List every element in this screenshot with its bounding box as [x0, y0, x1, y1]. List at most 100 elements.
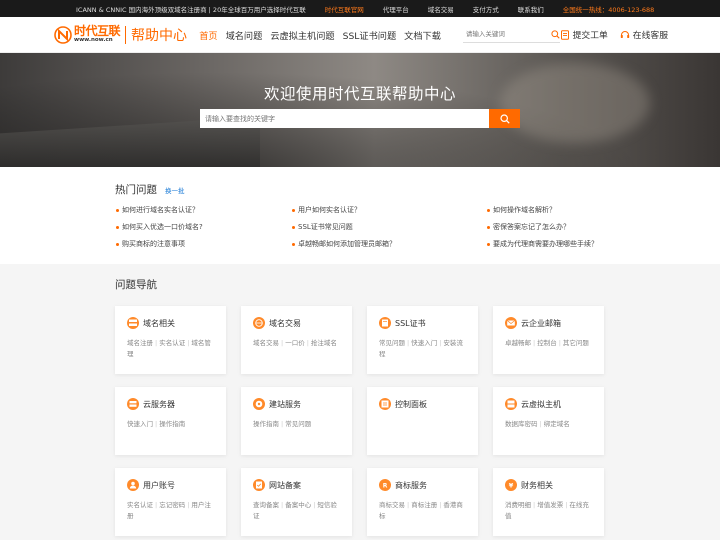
hot-question-item[interactable]: 卓越畅邮如何添加管理员邮箱？ [291, 239, 486, 249]
logo-cn-text: 时代互联 [74, 24, 121, 39]
top-link-official[interactable]: 时代互联官网 [325, 4, 364, 14]
category-link[interactable]: 操作指南 [253, 420, 279, 428]
category-link[interactable]: 控制台 [537, 339, 557, 347]
category-card-title[interactable]: 域名交易 [269, 318, 301, 329]
main-nav: 首页 域名问题 云虚拟主机问题 SSL证书问题 文档下载 [199, 28, 449, 42]
control-panel-icon [379, 398, 391, 410]
bullet-icon [116, 208, 119, 212]
category-link[interactable]: 卓越畅邮 [505, 339, 531, 347]
link-separator: | [439, 501, 442, 509]
category-card[interactable]: 控制面板 [367, 387, 478, 455]
category-card-title[interactable]: 域名相关 [143, 318, 175, 329]
ticket-icon [560, 29, 569, 40]
category-link[interactable]: 商标注册 [411, 501, 437, 509]
site-logo[interactable]: 时代互联 www.now.cn 帮助中心 [54, 25, 189, 45]
bullet-icon [116, 225, 119, 229]
link-separator: | [533, 339, 536, 347]
search-icon[interactable] [550, 29, 560, 39]
category-card[interactable]: 云企业邮箱 卓越畅邮 | 控制台 | 其它问题 [493, 306, 604, 374]
category-card-title[interactable]: 用户账号 [143, 480, 175, 491]
category-card-title[interactable]: SSL证书 [395, 318, 426, 329]
category-link[interactable]: 数据库密码 [505, 420, 538, 428]
hot-question-item[interactable]: 如何买入优选一口价域名? [115, 222, 291, 232]
category-card[interactable]: 域名相关 域名注册 | 实名认证 | 域名管理 [115, 306, 226, 374]
category-link[interactable]: 实名认证 [127, 501, 153, 509]
banner-search-button[interactable] [489, 109, 520, 128]
category-link[interactable]: 操作指南 [159, 420, 185, 428]
online-service-button[interactable]: 在线客服 [620, 28, 668, 41]
category-link[interactable]: 备案中心 [285, 501, 311, 509]
category-card-title[interactable]: 财务相关 [521, 480, 553, 491]
hot-question-text: 如何买入优选一口价域名? [122, 223, 203, 231]
category-link[interactable]: 忘记密码 [159, 501, 185, 509]
hot-question-item[interactable]: 如何进行域名实名认证？ [115, 205, 291, 215]
hot-question-item[interactable]: SSL证书常见问题 [291, 222, 486, 232]
category-link[interactable]: 商标交易 [379, 501, 405, 509]
top-link-payment[interactable]: 支付方式 [473, 4, 499, 14]
category-card[interactable]: 网站备案 查询备案 | 备案中心 | 短信验证 [241, 468, 352, 536]
category-card-title[interactable]: 网站备案 [269, 480, 301, 491]
category-link[interactable]: 绑定域名 [544, 420, 570, 428]
user-icon [127, 479, 139, 491]
category-link[interactable]: 查询备案 [253, 501, 279, 509]
category-card[interactable]: SSL证书 常见问题 | 快速入门 | 安装流程 [367, 306, 478, 374]
hot-question-item[interactable]: 购买商标的注意事项 [115, 239, 291, 249]
banner-search-input[interactable] [200, 109, 489, 128]
category-card-title[interactable]: 云企业邮箱 [521, 318, 561, 329]
hot-questions-section: 热门问题 换一批 如何进行域名实名认证？ 用户如何实名认证？ 如何操作域名解析？ 如何… [0, 167, 720, 264]
nav-virtual-host[interactable]: 云虚拟主机问题 [270, 28, 334, 42]
submit-ticket-button[interactable]: 提交工单 [560, 28, 608, 41]
link-separator: | [558, 339, 561, 347]
hot-questions-list: 如何进行域名实名认证？ 用户如何实名认证？ 如何操作域名解析？ 如何买入优选一口价域名… [115, 205, 720, 249]
nav-domain[interactable]: 域名问题 [226, 28, 263, 42]
hot-question-item[interactable]: 用户如何实名认证？ [291, 205, 486, 215]
category-cards: 域名相关 域名注册 | 实名认证 | 域名管理 域名交易 域名交易 | 一口价 | 抢注域名 SSL证书… [115, 306, 720, 536]
category-card[interactable]: ¥ 财务相关 消费明细 | 增值发票 | 在线充值 [493, 468, 604, 536]
category-link[interactable]: 快速入门 [127, 420, 153, 428]
nav-home[interactable]: 首页 [199, 28, 217, 42]
category-card-title[interactable]: 商标服务 [395, 480, 427, 491]
category-card-title[interactable]: 建站服务 [269, 399, 301, 410]
hot-question-text: 卓越畅邮如何添加管理员邮箱？ [298, 240, 396, 248]
header-search-input[interactable] [465, 30, 546, 38]
category-link[interactable]: 一口价 [285, 339, 305, 347]
category-card[interactable]: 云虚拟主机数据库密码 | 绑定域名 [493, 387, 604, 455]
logo-mark-icon [54, 25, 72, 44]
category-card-title[interactable]: 云服务器 [143, 399, 175, 410]
category-link[interactable]: 常见问题 [379, 339, 405, 347]
category-link[interactable]: 抢注域名 [311, 339, 337, 347]
link-separator: | [306, 339, 309, 347]
refresh-button[interactable]: 换一批 [165, 185, 185, 195]
category-card-title[interactable]: 云虚拟主机 [521, 399, 561, 410]
category-link[interactable]: 消费明细 [505, 501, 531, 509]
link-separator: | [281, 339, 284, 347]
category-link[interactable]: 常见问题 [285, 420, 311, 428]
link-separator: | [407, 339, 410, 347]
hot-question-item[interactable]: 如何操作域名解析？ [486, 205, 686, 215]
category-card[interactable]: 建站服务 操作指南 | 常见问题 [241, 387, 352, 455]
nav-docs[interactable]: 文档下载 [404, 28, 441, 42]
category-card-title[interactable]: 控制面板 [395, 399, 427, 410]
hot-question-item[interactable]: 密保答案忘记了怎么办？ [486, 222, 686, 232]
category-link[interactable]: 快速入门 [411, 339, 437, 347]
trademark-icon: R [379, 479, 391, 491]
category-link[interactable]: 域名交易 [253, 339, 279, 347]
category-card-links: 数据库密码 | 绑定域名 [505, 419, 594, 430]
category-card[interactable]: 云服务器 快速入门 | 操作指南 [115, 387, 226, 455]
category-card[interactable]: 用户账号 实名认证 | 忘记密码 | 用户注册 [115, 468, 226, 536]
category-link[interactable]: 其它问题 [563, 339, 589, 347]
category-card[interactable]: 域名交易 域名交易 | 一口价 | 抢注域名 [241, 306, 352, 374]
top-link-domain-trade[interactable]: 域名交易 [428, 4, 454, 14]
hot-question-text: 用户如何实名认证？ [298, 206, 361, 214]
nav-ssl[interactable]: SSL证书问题 [343, 28, 397, 42]
category-link[interactable]: 增值发票 [537, 501, 563, 509]
banner-title: 欢迎使用时代互联帮助中心 [263, 85, 456, 103]
logo-en-text: www.now.cn [74, 37, 113, 44]
top-link-agent[interactable]: 代理平台 [383, 4, 409, 14]
category-card[interactable]: R 商标服务 商标交易 | 商标注册 | 香港商标 [367, 468, 478, 536]
link-separator: | [187, 501, 190, 509]
category-link[interactable]: 实名认证 [159, 339, 185, 347]
category-link[interactable]: 域名注册 [127, 339, 153, 347]
top-link-contact[interactable]: 联系我们 [518, 4, 544, 14]
hot-question-item[interactable]: 要成为代理商需要办理哪些手续？ [486, 239, 686, 249]
